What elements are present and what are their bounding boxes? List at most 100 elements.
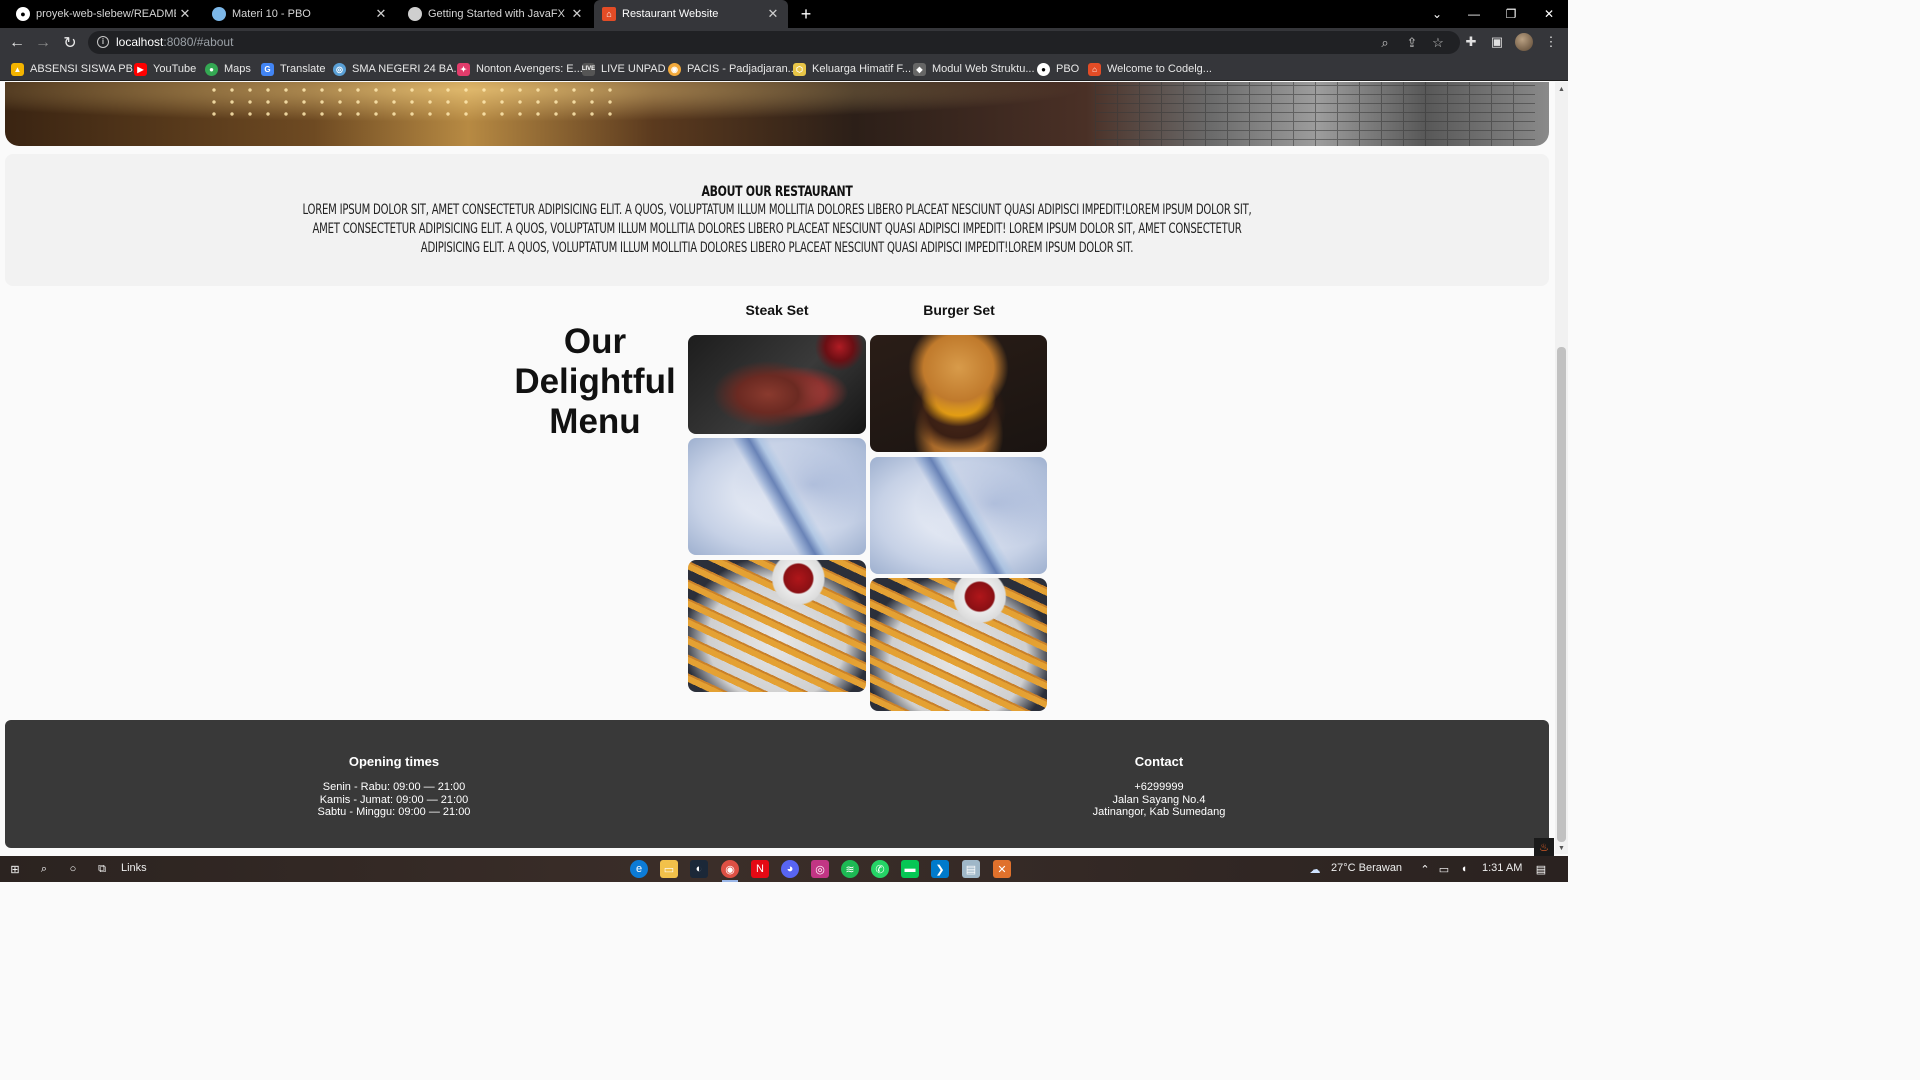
xampp-icon[interactable]: ✕ bbox=[993, 860, 1011, 878]
close-tab-icon[interactable]: ✕ bbox=[176, 6, 194, 22]
toolbar: ← → ↻ i localhost:8080/#about ⌕ ⇪ ☆ bbox=[0, 28, 1568, 57]
opening-times-title: Opening times bbox=[348, 754, 440, 769]
tab-search-icon[interactable]: ⌄ bbox=[1418, 0, 1456, 28]
links-toolbar-label[interactable]: Links bbox=[121, 862, 147, 874]
opening-line: Senin - Rabu: 09:00 — 21:00 bbox=[322, 781, 466, 793]
bookmark-modul-web[interactable]: ◆ Modul Web Struktu... bbox=[913, 61, 1035, 77]
profile-avatar[interactable] bbox=[1515, 33, 1533, 51]
contact-city: Jatinangor, Kab Sumedang bbox=[1092, 806, 1226, 818]
contact-phone: +6299999 bbox=[1134, 781, 1184, 793]
vscode-icon[interactable]: ❯ bbox=[931, 860, 949, 878]
netflix-icon[interactable]: N bbox=[751, 860, 769, 878]
tab-readme[interactable]: ● proyek-web-slebew/README.md ✕ bbox=[0, 0, 200, 28]
chrome-icon[interactable]: ◉ bbox=[721, 860, 739, 878]
steak-set-title: Steak Set bbox=[745, 302, 809, 318]
discord-icon[interactable]: ◕ bbox=[781, 860, 799, 878]
whatsapp-icon[interactable]: ✆ bbox=[871, 860, 889, 878]
scroll-down-icon[interactable]: ▼ bbox=[1558, 845, 1565, 852]
zoom-icon[interactable]: ⌕ bbox=[1376, 34, 1394, 52]
translate-icon: G bbox=[261, 62, 274, 76]
close-window-icon[interactable]: ✕ bbox=[1530, 0, 1568, 28]
globe-icon bbox=[408, 7, 422, 21]
bookmark-label: LIVE UNPAD bbox=[601, 63, 666, 75]
volume-icon[interactable]: ◖ bbox=[1455, 860, 1473, 878]
clock-text[interactable]: 1:31 AM bbox=[1482, 862, 1522, 874]
spotify-icon[interactable]: ≋ bbox=[841, 860, 859, 878]
side-panel-icon[interactable]: ▣ bbox=[1487, 32, 1507, 52]
bookmark-pbo[interactable]: ● PBO bbox=[1037, 61, 1079, 77]
hero-lights-decoration bbox=[205, 84, 625, 124]
url-text[interactable]: localhost:8080/#about bbox=[116, 35, 233, 49]
bookmark-translate[interactable]: G Translate bbox=[261, 61, 325, 77]
steam-icon[interactable]: ◐ bbox=[690, 860, 708, 878]
back-icon[interactable]: ← bbox=[6, 32, 28, 54]
bookmark-label: PACIS - Padjadjaran... bbox=[687, 63, 797, 75]
bookmark-codelg[interactable]: ⌂ Welcome to Codelg... bbox=[1088, 61, 1212, 77]
page-scrollbar[interactable]: ▲ ▼ bbox=[1555, 82, 1568, 854]
page-viewport: About our restaurant Lorem ipsum dolor s… bbox=[0, 82, 1555, 854]
live-icon: LIVE bbox=[582, 62, 595, 76]
bookmark-label: YouTube bbox=[153, 63, 197, 75]
flame-icon[interactable]: ♨ bbox=[1534, 838, 1554, 856]
line-icon[interactable]: ▬ bbox=[901, 860, 919, 878]
about-title: About our restaurant bbox=[701, 184, 853, 200]
bookmark-pacis[interactable]: ◉ PACIS - Padjadjaran... bbox=[668, 61, 797, 77]
new-tab-button[interactable]: + bbox=[796, 4, 816, 24]
notepad-icon[interactable]: ▤ bbox=[962, 860, 980, 878]
reload-icon[interactable]: ↻ bbox=[59, 32, 81, 54]
windows-start-icon[interactable]: ⊞ bbox=[6, 860, 24, 878]
bookmark-live-unpad[interactable]: LIVE LIVE UNPAD bbox=[582, 61, 666, 77]
search-icon[interactable]: ⌕ bbox=[35, 860, 53, 878]
tab-javafx[interactable]: Getting Started with JavaFX ✕ bbox=[392, 0, 592, 28]
bookmark-maps[interactable]: ● Maps bbox=[205, 61, 251, 77]
edge-icon[interactable]: e bbox=[630, 860, 648, 878]
bookmark-absensi[interactable]: ▲ ABSENSI SISWA PB... bbox=[11, 61, 142, 77]
browser-tab-strip: ● proyek-web-slebew/README.md ✕ Materi 1… bbox=[0, 0, 1568, 28]
restore-icon[interactable]: ❐ bbox=[1492, 0, 1530, 28]
minimize-icon[interactable]: — bbox=[1455, 0, 1493, 28]
instagram-icon[interactable]: ◎ bbox=[811, 860, 829, 878]
contact-title: Contact bbox=[1134, 754, 1184, 769]
bookmark-label: Maps bbox=[224, 63, 251, 75]
french-fries-image bbox=[870, 578, 1047, 711]
close-tab-icon[interactable]: ✕ bbox=[568, 6, 586, 22]
scrollbar-thumb[interactable] bbox=[1557, 347, 1566, 842]
share-icon[interactable]: ⇪ bbox=[1403, 34, 1421, 52]
weather-cloud-icon[interactable]: ☁ bbox=[1306, 860, 1324, 878]
tab-restaurant-website[interactable]: ⌂ Restaurant Website ✕ bbox=[594, 0, 788, 28]
github-icon: ● bbox=[1037, 62, 1050, 76]
bookmark-sma[interactable]: ◎ SMA NEGERI 24 BA... bbox=[333, 61, 463, 77]
close-tab-icon[interactable]: ✕ bbox=[764, 6, 782, 22]
scroll-up-icon[interactable]: ▲ bbox=[1558, 86, 1565, 93]
network-icon[interactable]: ▭ bbox=[1435, 860, 1453, 878]
active-app-indicator bbox=[722, 880, 738, 882]
close-tab-icon[interactable]: ✕ bbox=[372, 6, 390, 22]
film-icon: ✦ bbox=[457, 62, 470, 76]
weather-text[interactable]: 27°C Berawan bbox=[1331, 862, 1402, 874]
menu-kebab-icon[interactable]: ⋮ bbox=[1541, 32, 1561, 52]
restaurant-icon: ⌂ bbox=[602, 7, 616, 21]
tray-chevron-icon[interactable]: ⌃ bbox=[1416, 860, 1434, 878]
notifications-icon[interactable]: ▤ bbox=[1532, 860, 1550, 878]
address-bar[interactable]: i localhost:8080/#about ⌕ ⇪ ☆ bbox=[88, 31, 1460, 54]
about-text: Lorem ipsum dolor sit, amet consectetur … bbox=[105, 201, 1449, 258]
bookmark-label: Nonton Avengers: E... bbox=[476, 63, 583, 75]
bookmark-nonton[interactable]: ✦ Nonton Avengers: E... bbox=[457, 61, 583, 77]
tab-materi[interactable]: Materi 10 - PBO ✕ bbox=[196, 0, 396, 28]
extensions-icon[interactable]: ✚ bbox=[1461, 32, 1481, 52]
cortana-icon[interactable]: ○ bbox=[64, 860, 82, 878]
steak-image bbox=[688, 335, 866, 434]
task-view-icon[interactable]: ⧉ bbox=[93, 860, 111, 878]
forward-icon[interactable]: → bbox=[32, 32, 54, 54]
module-icon: ◆ bbox=[913, 62, 926, 76]
hero-restaurant-image bbox=[5, 82, 1549, 146]
bookmark-label: Keluarga Himatif F... bbox=[812, 63, 912, 75]
bookmark-label: PBO bbox=[1056, 63, 1080, 75]
bookmark-youtube[interactable]: ▶ YouTube bbox=[134, 61, 196, 77]
bookmark-himatif[interactable]: ⬡ Keluarga Himatif F... bbox=[793, 61, 911, 77]
site-info-icon[interactable]: i bbox=[97, 36, 109, 48]
bookmark-star-icon[interactable]: ☆ bbox=[1429, 34, 1447, 52]
file-explorer-icon[interactable]: ▭ bbox=[660, 860, 678, 878]
globe-icon bbox=[212, 7, 226, 21]
maps-icon: ● bbox=[205, 62, 218, 76]
